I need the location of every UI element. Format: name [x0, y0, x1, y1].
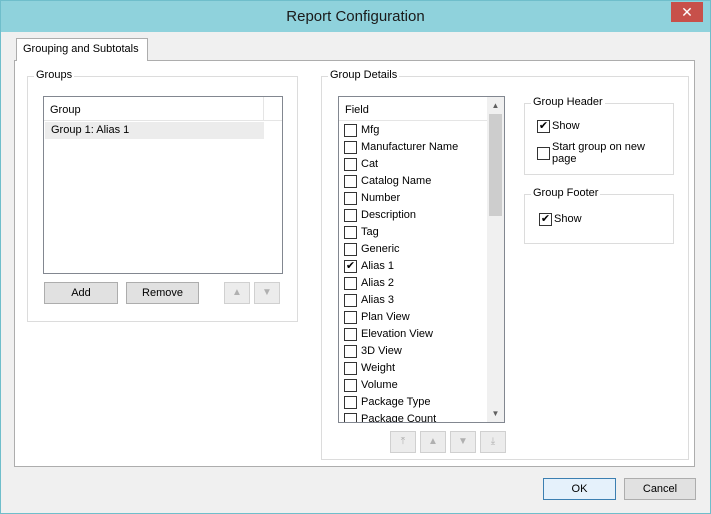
field-checkbox[interactable] — [344, 226, 357, 239]
field-label: Package Type — [361, 396, 431, 408]
remove-button[interactable]: Remove — [126, 282, 199, 304]
groups-label: Groups — [34, 69, 75, 81]
group-footer-label: Group Footer — [531, 187, 601, 199]
start-new-page-check[interactable] — [537, 147, 550, 160]
field-checkbox[interactable] — [344, 362, 357, 375]
footer-show-check[interactable]: ✔ — [539, 213, 552, 226]
group-details-box: Group Details Field Mfg Manufacturer Name… — [321, 69, 689, 460]
field-checkbox[interactable] — [344, 328, 357, 341]
header-show-check[interactable]: ✔ — [537, 120, 550, 133]
move-group-up-icon[interactable]: ▲ — [224, 282, 250, 304]
group-column-header[interactable]: Group — [44, 97, 282, 121]
groups-list[interactable]: Group Group 1: Alias 1 — [43, 96, 283, 274]
field-label: Package Count — [361, 413, 437, 423]
field-checkbox[interactable] — [344, 124, 357, 137]
field-label: 3D View — [361, 345, 402, 357]
field-label: Description — [361, 209, 417, 221]
field-column-header[interactable]: Field — [339, 97, 487, 121]
start-new-page-label: Start group on new page — [552, 141, 645, 165]
field-checkbox[interactable] — [344, 141, 357, 154]
close-icon[interactable]: ✕ — [671, 2, 703, 22]
field-checkbox[interactable] — [344, 294, 357, 307]
field-checkbox[interactable] — [344, 175, 357, 188]
fields-list[interactable]: Field Mfg Manufacturer Name Cat Catalog Nam… — [338, 96, 505, 423]
move-field-bottom-icon[interactable]: ⤓ — [480, 431, 506, 453]
field-label: Plan View — [361, 311, 410, 323]
fields-scrollbar[interactable]: ▲ ▼ — [487, 97, 504, 422]
group-header-label: Group Header — [531, 96, 605, 108]
field-checkbox[interactable] — [344, 158, 357, 171]
field-label: Number — [361, 192, 401, 204]
field-checkbox[interactable] — [344, 379, 357, 392]
field-label: Tag — [361, 226, 379, 238]
list-item[interactable]: Group 1: Alias 1 — [45, 122, 264, 139]
scroll-thumb[interactable] — [489, 114, 502, 216]
field-label: Alias 2 — [361, 277, 395, 289]
field-checkbox[interactable]: ✔ — [344, 260, 357, 273]
move-field-up-icon[interactable]: ▲ — [420, 431, 446, 453]
field-checkbox[interactable] — [344, 277, 357, 290]
field-label: Volume — [361, 379, 398, 391]
window-title: Report Configuration — [286, 8, 425, 25]
add-button[interactable]: Add — [44, 282, 118, 304]
field-label: Catalog Name — [361, 175, 432, 187]
title-bar[interactable]: Report Configuration ✕ — [1, 1, 710, 32]
field-label: Alias 3 — [361, 294, 395, 306]
field-label: Mfg — [361, 124, 380, 136]
group-header-box: Group Header ✔ Show Start group on new p… — [524, 96, 674, 175]
field-checkbox[interactable] — [344, 209, 357, 222]
group-footer-box: Group Footer ✔ Show — [524, 187, 674, 244]
group-details-label: Group Details — [328, 69, 400, 81]
groups-box: Groups Group Group 1: Alias 1 Add Remove… — [27, 69, 298, 322]
field-label: Alias 1 — [361, 260, 395, 272]
field-label: Cat — [361, 158, 379, 170]
tab-grouping-and-subtotals[interactable]: Grouping and Subtotals — [16, 38, 148, 61]
tab-panel: Groups Group Group 1: Alias 1 Add Remove… — [14, 60, 695, 467]
footer-show-label: Show — [554, 213, 582, 225]
field-checkbox[interactable] — [344, 396, 357, 409]
report-configuration-window: Report Configuration ✕ Grouping and Subt… — [0, 0, 711, 514]
field-checkbox[interactable] — [344, 413, 357, 422]
field-checkbox[interactable] — [344, 243, 357, 256]
field-label: Manufacturer Name — [361, 141, 459, 153]
field-checkbox[interactable] — [344, 345, 357, 358]
move-field-down-icon[interactable]: ▼ — [450, 431, 476, 453]
cancel-button[interactable]: Cancel — [624, 478, 696, 500]
column-separator — [263, 97, 264, 121]
move-group-down-icon[interactable]: ▼ — [254, 282, 280, 304]
scroll-up-icon[interactable]: ▲ — [487, 97, 504, 114]
ok-button[interactable]: OK — [543, 478, 616, 500]
header-show-label: Show — [552, 120, 580, 132]
field-checkbox[interactable] — [344, 192, 357, 205]
dialog-client: Grouping and Subtotals Groups Group Grou… — [9, 32, 702, 506]
field-checkbox[interactable] — [344, 311, 357, 324]
move-field-top-icon[interactable]: ⤒ — [390, 431, 416, 453]
field-label: Elevation View — [361, 328, 433, 340]
scroll-down-icon[interactable]: ▼ — [487, 405, 504, 422]
field-label: Generic — [361, 243, 400, 255]
field-label: Weight — [361, 362, 396, 374]
